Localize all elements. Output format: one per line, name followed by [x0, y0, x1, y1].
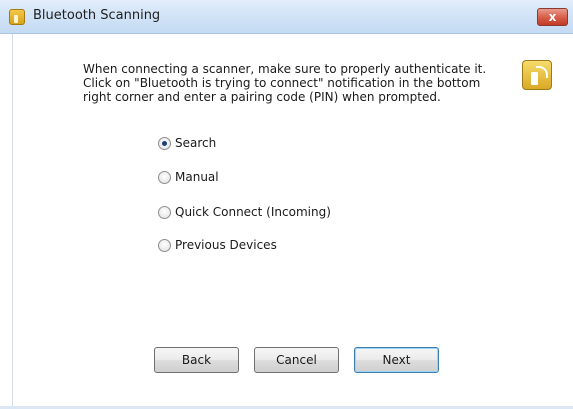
radio-label-previous-devices[interactable]: Previous Devices — [175, 238, 277, 252]
bluetooth-scanner-icon — [522, 60, 552, 90]
radio-label-manual[interactable]: Manual — [175, 170, 219, 184]
radio-label-quick-connect[interactable]: Quick Connect (Incoming) — [175, 205, 331, 219]
title-bar[interactable]: Bluetooth Scanning x — [0, 0, 573, 34]
radio-manual[interactable]: Manual — [158, 168, 219, 186]
instructions-line: When connecting a scanner, make sure to … — [83, 62, 487, 76]
instructions-line: right corner and enter a pairing code (P… — [83, 90, 441, 104]
radio-button[interactable] — [158, 238, 171, 252]
bluetooth-scanning-dialog: Bluetooth Scanning x When connecting a s… — [0, 0, 573, 409]
radio-previous-devices[interactable]: Previous Devices — [158, 236, 277, 254]
close-button[interactable]: x — [537, 8, 568, 26]
cancel-button[interactable]: Cancel — [254, 347, 339, 373]
instructions-text: When connecting a scanner, make sure to … — [83, 62, 493, 104]
radio-quick-connect[interactable]: Quick Connect (Incoming) — [158, 203, 331, 221]
radio-label-search[interactable]: Search — [175, 136, 216, 150]
window-title: Bluetooth Scanning — [33, 8, 161, 23]
radio-search[interactable]: Search — [158, 134, 216, 152]
radio-button[interactable] — [158, 170, 171, 184]
radio-button[interactable] — [158, 205, 171, 219]
radio-button-checked[interactable] — [158, 136, 171, 150]
back-button[interactable]: Back — [154, 347, 239, 373]
bluetooth-scanner-app-icon — [9, 9, 25, 25]
next-button[interactable]: Next — [354, 347, 439, 373]
instructions-line: Click on "Bluetooth is trying to connect… — [83, 76, 481, 90]
